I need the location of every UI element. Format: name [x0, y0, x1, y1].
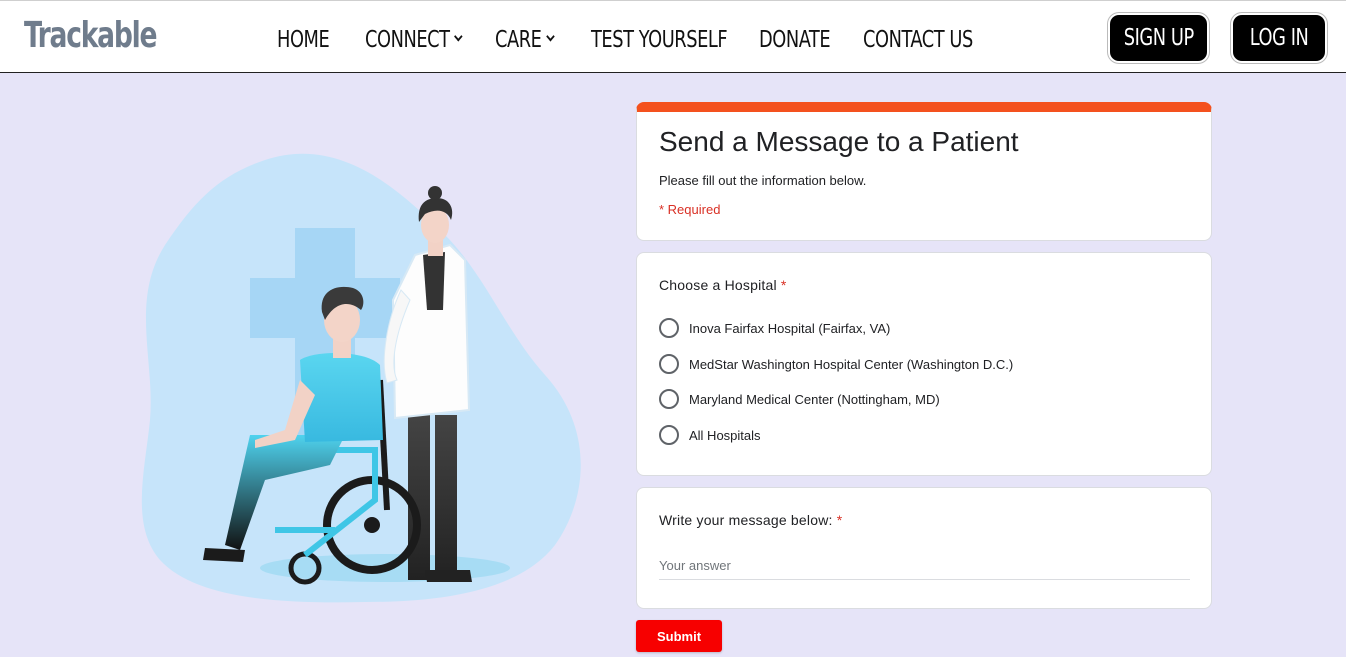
message-answer-input[interactable]: Your answer: [659, 558, 1190, 580]
sign-up-button[interactable]: SIGN UP: [1110, 15, 1207, 61]
hospital-option-medstar[interactable]: MedStar Washington Hospital Center (Wash…: [659, 354, 1013, 374]
patient-foot: [203, 548, 245, 562]
hospital-option-label: MedStar Washington Hospital Center (Wash…: [689, 356, 1014, 372]
radio-unchecked-icon[interactable]: [659, 318, 679, 338]
form-title: Send a Message to a Patient: [659, 126, 1019, 157]
chevron-down-icon: [454, 31, 463, 42]
brand-logo[interactable]: Trackable: [24, 15, 157, 56]
hospital-option-inova[interactable]: Inova Fairfax Hospital (Fairfax, VA): [659, 318, 890, 338]
doctor-hair-bun: [428, 186, 442, 200]
hospital-option-label: Inova Fairfax Hospital (Fairfax, VA): [689, 320, 891, 336]
nav-care[interactable]: CARE: [495, 27, 555, 53]
radio-unchecked-icon[interactable]: [659, 389, 679, 409]
required-star: *: [780, 277, 787, 293]
nav-test-yourself[interactable]: TEST YOURSELF: [591, 27, 728, 53]
nav-home[interactable]: HOME: [277, 27, 330, 53]
hospital-option-maryland[interactable]: Maryland Medical Center (Nottingham, MD): [659, 389, 940, 409]
hospital-option-label: Maryland Medical Center (Nottingham, MD): [689, 391, 940, 407]
hospital-question-card: Choose a Hospital * Inova Fairfax Hospit…: [636, 252, 1212, 476]
radio-unchecked-icon[interactable]: [659, 354, 679, 374]
form-header-card: Send a Message to a Patient Please fill …: [636, 102, 1212, 241]
form-description: Please fill out the information below.: [659, 173, 867, 188]
hospital-option-all[interactable]: All Hospitals: [659, 425, 761, 445]
message-question-text: Write your message below:: [659, 512, 833, 528]
sign-up-label: SIGN UP: [1123, 25, 1194, 51]
message-question-card: Write your message below: * Your answer: [636, 487, 1212, 609]
top-navbar: Trackable HOME CONNECT CARE TEST YOURSEL…: [0, 0, 1346, 73]
nav-test-label: TEST YOURSELF: [591, 27, 728, 53]
nav-home-label: HOME: [277, 27, 330, 53]
wheelchair-rear-hub: [364, 517, 380, 533]
nav-connect-label: CONNECT: [365, 27, 450, 53]
patient-wheelchair-illustration: [141, 153, 581, 603]
doctor-shoe: [425, 570, 472, 582]
nav-contact-us[interactable]: CONTACT US: [863, 27, 973, 53]
message-question-label: Write your message below: *: [659, 512, 842, 528]
required-star: *: [836, 512, 843, 528]
required-note: * Required: [659, 202, 721, 217]
radio-unchecked-icon[interactable]: [659, 425, 679, 445]
hospital-option-label: All Hospitals: [689, 427, 761, 443]
log-in-button[interactable]: LOG IN: [1233, 15, 1325, 61]
hospital-question-text: Choose a Hospital: [659, 277, 777, 293]
nav-contact-label: CONTACT US: [863, 27, 973, 53]
nav-donate[interactable]: DONATE: [759, 27, 831, 53]
chevron-down-icon: [546, 31, 555, 42]
nav-donate-label: DONATE: [759, 27, 831, 53]
doctor-right-leg: [435, 415, 457, 580]
log-in-label: LOG IN: [1249, 25, 1309, 51]
submit-button[interactable]: Submit: [636, 620, 722, 652]
nav-connect[interactable]: CONNECT: [365, 27, 463, 53]
hospital-question-label: Choose a Hospital *: [659, 277, 787, 293]
nav-care-label: CARE: [495, 27, 542, 53]
